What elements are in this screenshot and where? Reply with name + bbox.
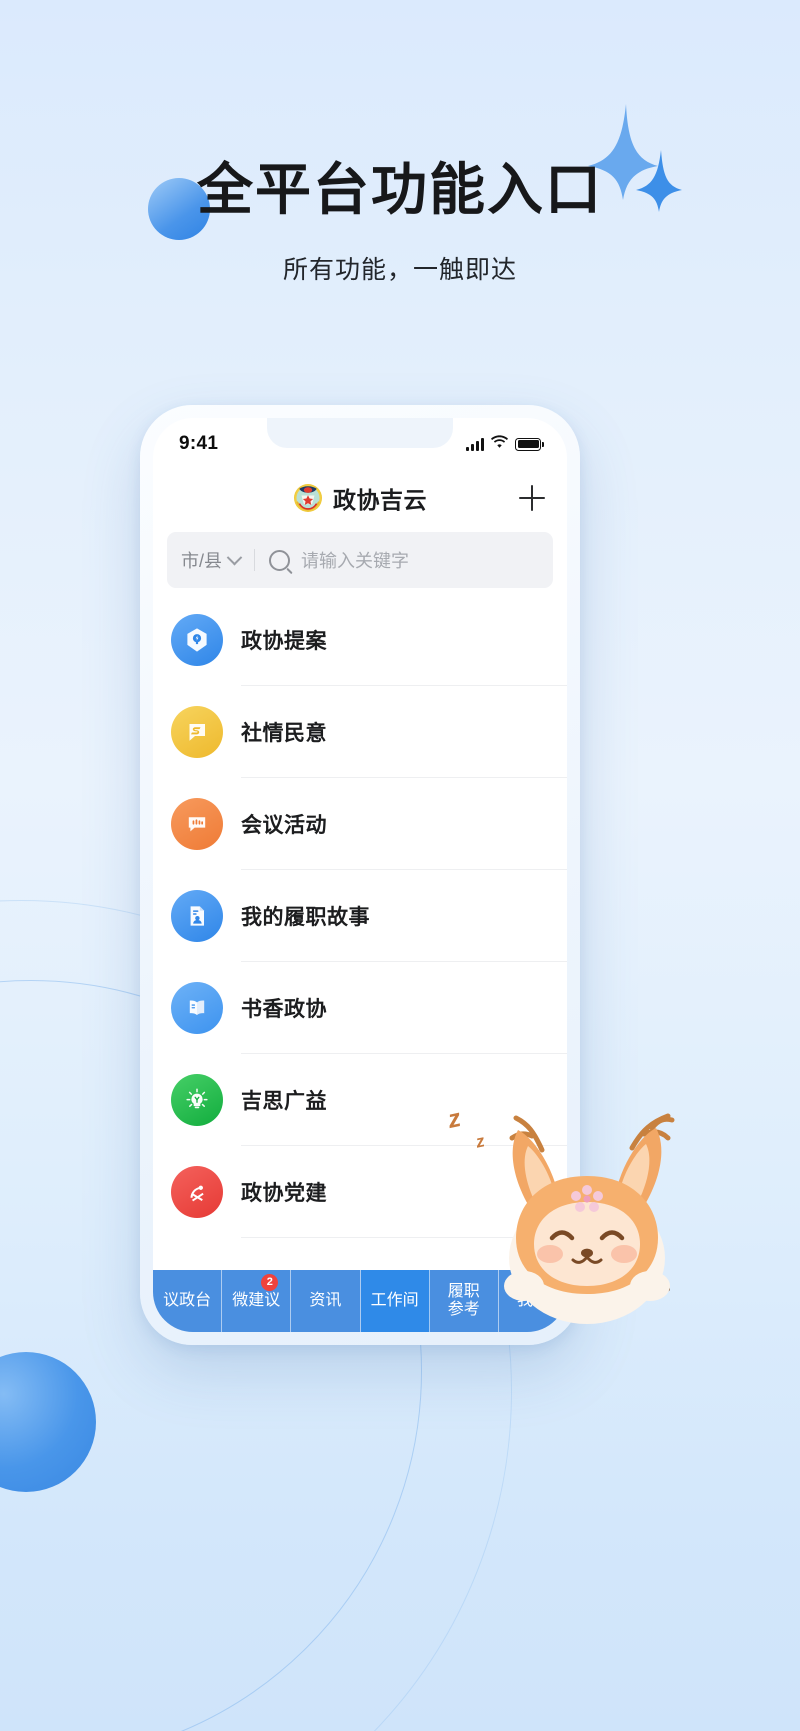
tab-yizhengtai[interactable]: 议政台 [153, 1270, 223, 1332]
decorative-blue-circle [0, 1352, 96, 1492]
cppcc-emblem-logo [293, 483, 323, 513]
list-item[interactable]: 我的履职故事 [153, 870, 567, 962]
tab-lvzhicankao[interactable]: 履职 参考 [429, 1270, 499, 1332]
feature-menu-list: 政协提案 社情民意 会议活动 我的履职故事 书香政协 吉思广益 政协党建 [153, 588, 567, 1238]
tab-wode[interactable]: 我的 [498, 1270, 567, 1332]
list-item[interactable]: 政协党建 [153, 1146, 567, 1238]
tab-label: 议政台 [163, 1291, 212, 1309]
search-bar[interactable]: 市/县 请输入关键字 [167, 532, 553, 588]
status-indicators [466, 435, 544, 453]
app-header: 政协吉云 [153, 470, 567, 526]
page-subtitle: 所有功能，一触即达 [282, 256, 517, 284]
search-input[interactable]: 请输入关键字 [301, 547, 409, 573]
battery-icon [515, 437, 544, 451]
list-item[interactable]: 吉思广益 [153, 1054, 567, 1146]
tab-zixun[interactable]: 资讯 [291, 1270, 361, 1332]
region-selector[interactable]: 市/县 [181, 547, 243, 573]
list-item-content: 书香政协 [241, 962, 567, 1054]
proposal-shield-bulb-icon [171, 614, 223, 666]
tab-label: 微建议 [232, 1291, 281, 1309]
list-item-content: 社情民意 [241, 686, 567, 778]
list-item-content: 政协提案 [241, 594, 567, 686]
phone-screen: 9:41 政协吉云 市/县 请输入关键字 政协提案 社情民意 会议活动 我的履职… [153, 418, 567, 1332]
list-item[interactable]: 社情民意 [153, 686, 567, 778]
status-bar: 9:41 [153, 418, 567, 470]
list-item-content: 我的履职故事 [241, 870, 567, 962]
status-badge: 2 [261, 1274, 279, 1291]
list-item-label: 吉思广益 [241, 1089, 327, 1113]
list-item[interactable]: 书香政协 [153, 962, 567, 1054]
list-item-content: 会议活动 [241, 778, 567, 870]
phone-mockup: 9:41 政协吉云 市/县 请输入关键字 政协提案 社情民意 会议活动 我的履职… [140, 405, 580, 1345]
list-item-content: 政协党建 [241, 1146, 567, 1238]
tab-gongzuojian[interactable]: 工作间 [360, 1270, 430, 1332]
tab-label: 我的 [516, 1291, 549, 1309]
plus-icon[interactable] [519, 485, 545, 511]
list-item[interactable]: 政协提案 [153, 594, 567, 686]
party-building-icon [171, 1166, 223, 1218]
meeting-chat-icon [171, 798, 223, 850]
tab-label: 工作间 [370, 1291, 419, 1309]
page-title: 全平台功能入口 [197, 157, 603, 223]
app-title: 政协吉云 [333, 487, 427, 513]
list-item-content: 吉思广益 [241, 1054, 567, 1146]
tab-label: 履职 参考 [447, 1282, 480, 1318]
public-opinion-s-bubble-icon [171, 706, 223, 758]
search-icon [269, 549, 291, 571]
tab-label: 资讯 [309, 1291, 342, 1309]
list-item[interactable]: 会议活动 [153, 778, 567, 870]
search-section: 市/县 请输入关键字 [153, 526, 567, 588]
list-item-label: 政协提案 [241, 629, 327, 653]
divider [254, 549, 256, 571]
list-item-label: 我的履职故事 [241, 905, 370, 929]
list-item-label: 会议活动 [241, 813, 327, 837]
cellular-signal-icon [466, 437, 484, 451]
wifi-icon [491, 435, 508, 453]
decorative-branch [583, 1286, 671, 1295]
book-icon [171, 982, 223, 1034]
chevron-down-icon [226, 549, 243, 565]
list-item-label: 书香政协 [241, 997, 327, 1021]
app-brand: 政协吉云 [293, 481, 427, 515]
region-label: 市/县 [181, 551, 223, 571]
tab-weijianyi[interactable]: 微建议 2 [222, 1270, 292, 1332]
idea-bulb-icon [171, 1074, 223, 1126]
list-item-label: 社情民意 [241, 721, 327, 745]
duty-story-document-icon [171, 890, 223, 942]
bottom-tab-bar: 议政台 微建议 2 资讯 工作间 履职 参考 我的 [153, 1270, 567, 1332]
status-time: 9:41 [179, 433, 219, 454]
list-item-label: 政协党建 [241, 1181, 327, 1205]
